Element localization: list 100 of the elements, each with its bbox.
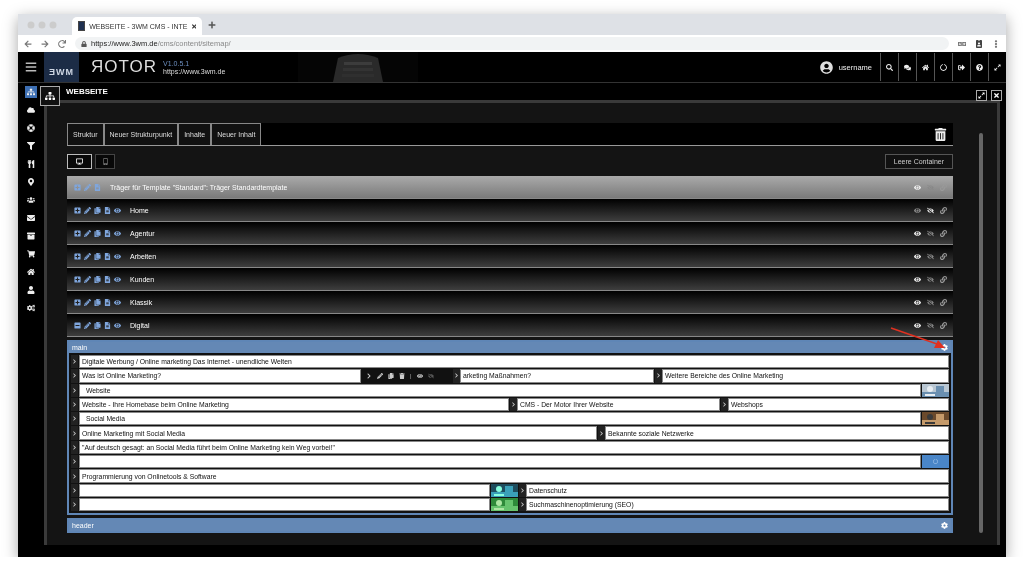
eye-icon[interactable] [416,372,423,379]
chevron-icon[interactable] [656,373,661,379]
link-icon[interactable] [940,275,947,283]
expand-button[interactable] [976,90,987,101]
sidebar-icon[interactable] [25,104,37,116]
sidebar-icon[interactable] [25,248,37,260]
document-icon[interactable] [104,229,111,237]
eye-icon[interactable] [114,206,121,214]
edit-icon[interactable] [84,321,91,329]
eye-icon[interactable] [914,229,921,237]
expand-icon[interactable] [74,252,81,260]
sidebar-icon[interactable] [25,266,37,278]
link-icon[interactable] [940,298,947,306]
forward-icon[interactable] [41,39,49,48]
sidebar-icon[interactable] [25,140,37,152]
chevron-icon[interactable] [72,487,77,493]
edit-icon[interactable] [84,298,91,306]
collapse-icon[interactable] [74,321,81,329]
chevron-icon[interactable] [72,416,77,422]
close-button[interactable] [991,90,1002,101]
copy-icon[interactable] [94,229,101,237]
document-icon[interactable] [104,298,111,306]
user-avatar-icon[interactable] [819,60,833,74]
chevron-icon[interactable] [520,502,525,508]
expand-icon[interactable] [74,206,81,214]
chevron-icon[interactable] [520,487,525,493]
expand-icon[interactable] [74,229,81,237]
delete-icon[interactable] [399,372,405,379]
expand-icon[interactable] [74,298,81,306]
edit-icon[interactable] [84,275,91,283]
document-icon[interactable] [104,252,111,260]
sidebar-icon[interactable] [25,158,37,170]
menu-icon[interactable] [25,61,37,73]
new-tab-icon[interactable] [208,20,216,29]
chevron-icon[interactable] [366,372,372,379]
home-icon[interactable] [922,63,929,71]
document-icon[interactable] [104,321,111,329]
chevron-icon[interactable] [72,444,77,450]
expand-icon[interactable] [74,275,81,283]
copy-icon[interactable] [388,372,394,379]
eye-icon[interactable] [914,321,921,329]
sidebar-icon[interactable] [25,230,37,242]
copy-icon[interactable] [94,206,101,214]
chevron-icon[interactable] [72,387,77,393]
translate-icon[interactable] [958,39,966,48]
edit-icon[interactable] [84,252,91,260]
trash-icon[interactable] [934,127,947,141]
eye-icon[interactable] [114,229,121,237]
sidebar-icon[interactable] [25,302,37,314]
link-icon[interactable] [940,252,947,260]
badge-icon[interactable] [975,39,983,48]
content-cell[interactable] [79,455,921,469]
chevron-icon[interactable] [72,473,77,479]
chevron-icon[interactable] [72,502,77,508]
copy-icon[interactable] [94,275,101,283]
eye-icon[interactable] [914,298,921,306]
sidebar-icon[interactable] [25,212,37,224]
sidebar-icon[interactable] [25,194,37,206]
reload-icon[interactable] [58,39,66,48]
eye-icon[interactable] [114,321,121,329]
eye-icon[interactable] [114,252,121,260]
eye-icon[interactable] [114,275,121,283]
mobile-view-button[interactable] [95,154,115,169]
logo[interactable]: ƎWM [44,52,79,82]
copy-icon[interactable] [94,298,101,306]
content-cell[interactable] [79,497,490,512]
eye-icon[interactable] [114,298,121,306]
link-icon[interactable] [940,321,947,329]
logout-icon[interactable] [958,63,965,71]
link-icon[interactable] [940,229,947,237]
chevron-icon[interactable] [72,430,77,436]
sidebar-icon[interactable] [25,176,37,188]
comments-icon[interactable] [904,63,911,71]
link-icon[interactable] [940,206,947,214]
chevron-icon[interactable] [72,359,77,365]
copy-icon[interactable] [94,321,101,329]
edit-icon[interactable] [84,206,91,214]
chevron-icon[interactable] [72,402,77,408]
search-icon[interactable] [886,63,893,71]
refresh-icon[interactable] [940,63,947,71]
chevron-icon[interactable] [454,373,459,379]
chevron-icon[interactable] [599,430,604,436]
eye-icon[interactable] [914,252,921,260]
back-icon[interactable] [24,39,32,48]
image-button[interactable] [922,455,949,469]
chevron-icon[interactable] [511,402,516,408]
content-cell[interactable] [79,483,490,497]
settings-icon[interactable] [941,522,948,530]
scrollbar[interactable] [979,133,983,533]
close-icon[interactable] [191,22,196,30]
copy-icon[interactable] [94,252,101,260]
sidebar-icon[interactable] [25,284,37,296]
edit-icon[interactable] [84,229,91,237]
eye-icon[interactable] [914,275,921,283]
document-icon[interactable] [104,206,111,214]
sidebar-icon[interactable] [25,122,37,134]
expand-icon[interactable] [994,63,1001,71]
chevron-icon[interactable] [722,402,727,408]
eye-slash-icon[interactable] [927,206,934,214]
chevron-icon[interactable] [72,373,77,379]
